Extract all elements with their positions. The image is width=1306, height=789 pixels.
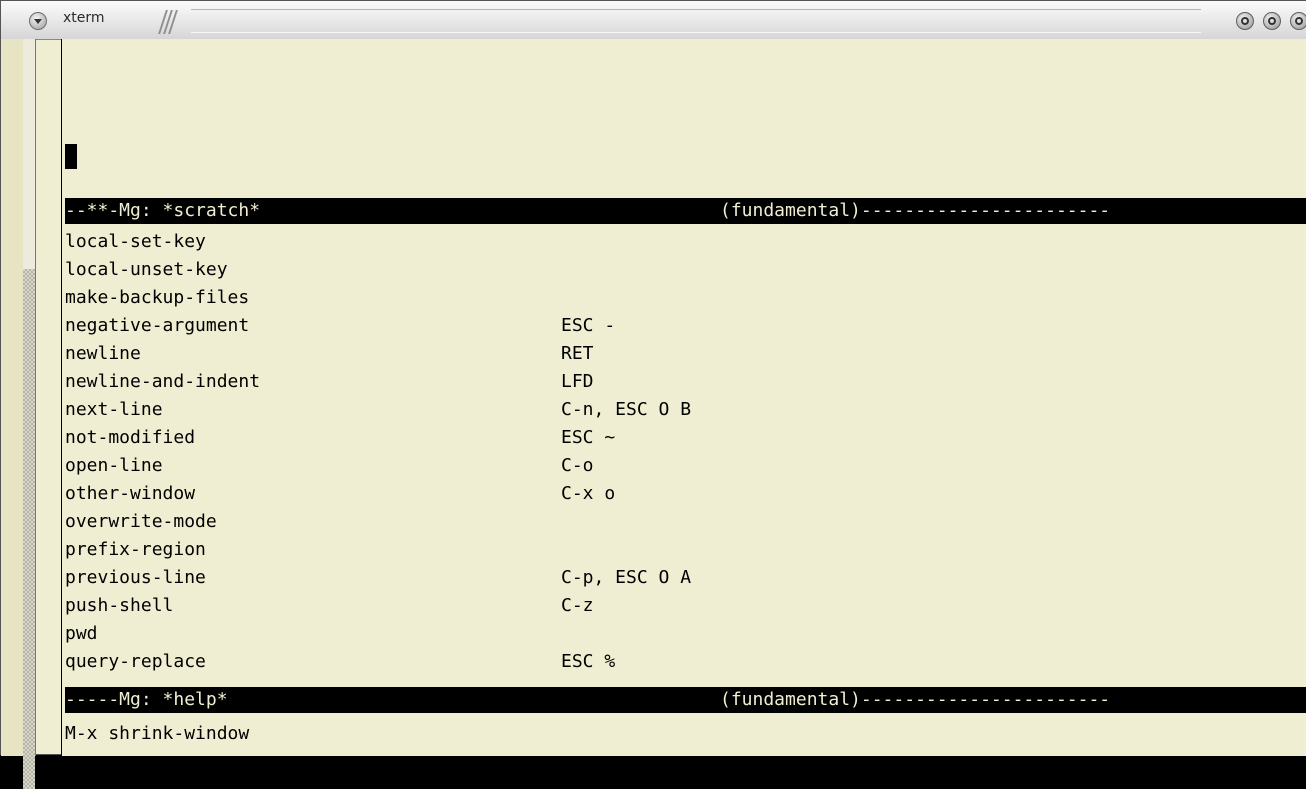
help-row: prefix-region (65, 536, 1295, 564)
command-name: pwd (65, 623, 98, 644)
key-binding: C-z (561, 595, 594, 616)
minibuffer[interactable]: M-x shrink-window (65, 718, 249, 750)
help-row: negative-argument ESC - (65, 312, 1295, 340)
maximize-button[interactable] (1263, 12, 1281, 30)
command-name: newline-and-indent (65, 371, 261, 392)
text-cursor (65, 144, 77, 169)
command-name: local-unset-key (65, 259, 228, 280)
title-grip-icon (158, 8, 190, 36)
command-name: negative-argument (65, 315, 250, 336)
window-title: xterm (63, 10, 105, 26)
command-name: other-window (65, 483, 196, 504)
help-row: push-shell C-z (65, 592, 1295, 620)
key-binding: C-o (561, 455, 594, 476)
key-binding: C-n, ESC O B (561, 399, 692, 420)
help-row: pwd (65, 620, 1295, 648)
close-button[interactable] (1290, 12, 1306, 30)
window-left-border (1, 39, 24, 756)
key-binding: C-p, ESC O A (561, 567, 692, 588)
key-binding: ESC % (561, 651, 616, 672)
help-modeline: -----Mg: *help* (fundamental)-----------… (65, 687, 1306, 713)
help-row: newline RET (65, 340, 1295, 368)
window-menu-button[interactable] (29, 12, 47, 30)
help-row: query-replace ESC % (65, 648, 1295, 676)
help-row: local-unset-key (65, 256, 1295, 284)
help-row: newline-and-indent LFD (65, 368, 1295, 396)
command-name: previous-line (65, 567, 206, 588)
help-modeline-mode: (fundamental)----------------------- (720, 689, 1111, 710)
command-name: next-line (65, 399, 163, 420)
key-binding: LFD (561, 371, 594, 392)
scratch-modeline-mode: (fundamental)----------------------- (720, 200, 1111, 221)
command-name: overwrite-mode (65, 511, 217, 532)
scrollbar-thumb[interactable] (23, 269, 35, 789)
title-bar-track (191, 9, 1201, 33)
scratch-modeline: --**-Mg: *scratch* (fundamental)--------… (65, 198, 1306, 224)
scrollbar[interactable] (23, 39, 36, 789)
help-row: open-line C-o (65, 452, 1295, 480)
command-name: push-shell (65, 595, 174, 616)
key-binding: C-x o (561, 483, 616, 504)
command-name: open-line (65, 455, 163, 476)
command-name: make-backup-files (65, 287, 250, 308)
key-binding: ESC - (561, 315, 616, 336)
scratch-modeline-buffer: --**-Mg: *scratch* (65, 200, 261, 221)
help-row: next-line C-n, ESC O B (65, 396, 1295, 424)
command-name: local-set-key (65, 231, 206, 252)
help-command-list: local-set-key local-unset-key make-backu… (65, 228, 1295, 676)
minimize-button[interactable] (1236, 12, 1254, 30)
command-name: prefix-region (65, 539, 206, 560)
title-bar[interactable]: xterm (1, 1, 1306, 40)
command-name: newline (65, 343, 141, 364)
help-row: make-backup-files (65, 284, 1295, 312)
help-row: previous-line C-p, ESC O A (65, 564, 1295, 592)
command-name: query-replace (65, 651, 206, 672)
help-modeline-buffer: -----Mg: *help* (65, 689, 228, 710)
help-row: other-window C-x o (65, 480, 1295, 508)
key-binding: ESC ~ (561, 427, 616, 448)
help-row: not-modified ESC ~ (65, 424, 1295, 452)
help-row: local-set-key (65, 228, 1295, 256)
command-name: not-modified (65, 427, 196, 448)
key-binding: RET (561, 343, 594, 364)
xterm-window: xterm --**-Mg: *scratch* (fundamental)--… (0, 0, 1306, 789)
help-row: overwrite-mode (65, 508, 1295, 536)
